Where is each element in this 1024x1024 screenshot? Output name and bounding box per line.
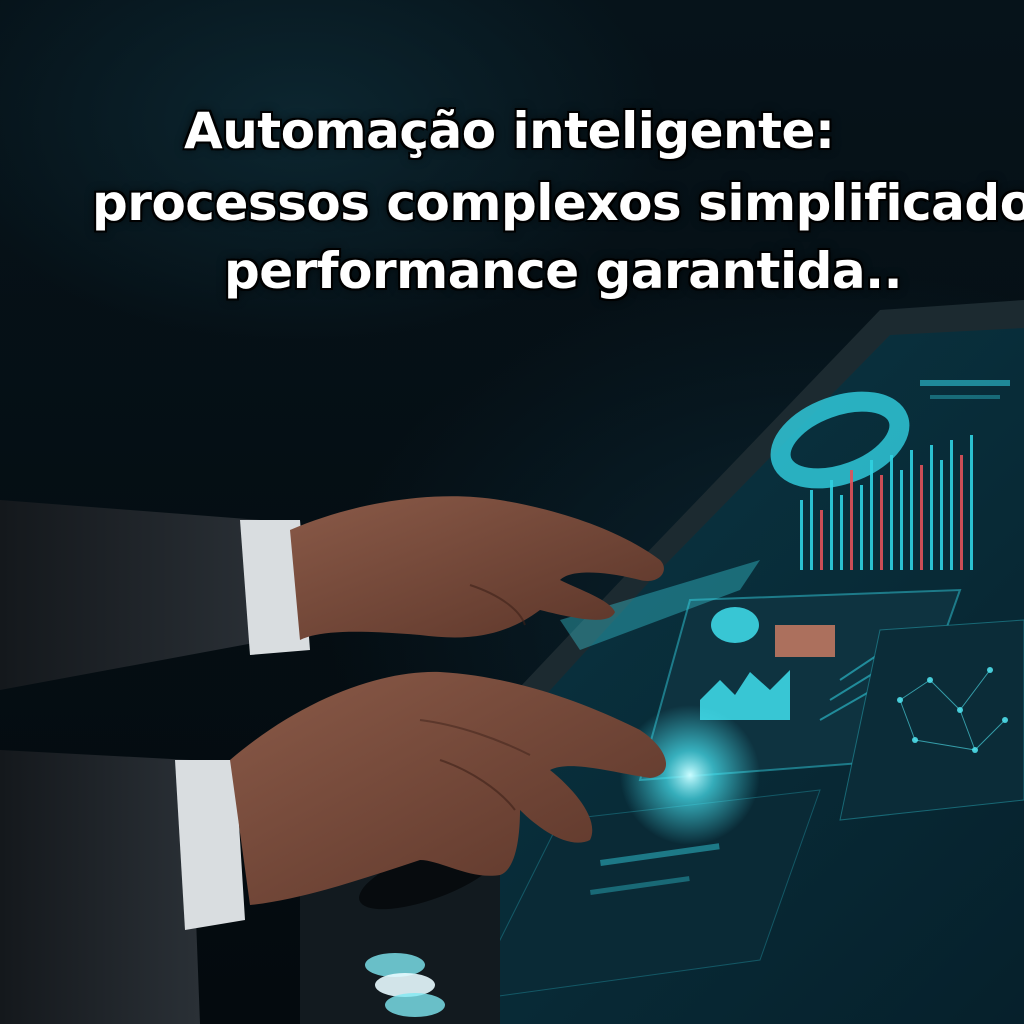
headline-line-2: processos complexos simplificados,: [92, 174, 1024, 232]
headline-line-1: Automação inteligente:: [184, 102, 835, 160]
hero-image: Automação inteligente: processos complex…: [0, 0, 1024, 1024]
headline-line-3: performance garantida..: [224, 242, 903, 300]
